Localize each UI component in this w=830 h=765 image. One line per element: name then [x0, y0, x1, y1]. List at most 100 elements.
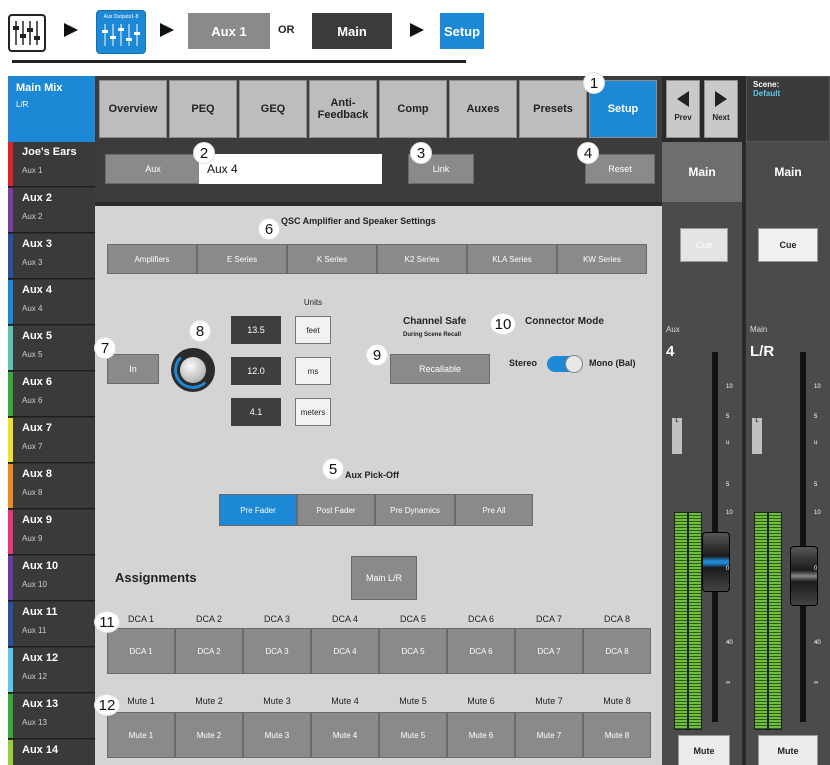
mute-button[interactable]: Mute 3	[243, 712, 311, 758]
channel-color-stripe	[8, 188, 13, 232]
callout-3: 3	[410, 142, 432, 164]
tab-anti-feedback[interactable]: Anti- Feedback	[309, 80, 377, 138]
unit-feet-button[interactable]: feet	[295, 316, 331, 344]
sidebar-channel[interactable]: Aux 5 Aux 5	[8, 326, 95, 371]
setup-crumb[interactable]: Setup	[440, 13, 484, 49]
unit-meters-button[interactable]: meters	[295, 398, 331, 426]
main-mix-sub: L/R	[16, 100, 29, 109]
pickoff-option[interactable]: Pre All	[455, 494, 533, 526]
delay-knob[interactable]	[171, 348, 215, 392]
scene-value: Default	[753, 89, 781, 98]
aux-mute-button[interactable]: Mute	[678, 735, 730, 765]
scene-display[interactable]: Scene: Default	[746, 76, 830, 142]
delay-ms-value[interactable]: 12.0	[231, 357, 281, 385]
sidebar-channel[interactable]: Aux 3 Aux 3	[8, 234, 95, 279]
sidebar-channel[interactable]: Aux 14	[8, 740, 95, 765]
dca-button[interactable]: DCA 4	[311, 628, 379, 674]
sidebar-channel[interactable]: Aux 4 Aux 4	[8, 280, 95, 325]
tab-peq[interactable]: PEQ	[169, 80, 237, 138]
sidebar-channel[interactable]: Aux 12 Aux 12	[8, 648, 95, 693]
channel-name: Aux 8	[22, 468, 52, 480]
pickoff-option[interactable]: Pre Fader	[219, 494, 297, 526]
series-button[interactable]: K Series	[287, 244, 377, 274]
mute-label: Mute 5	[399, 696, 427, 706]
callout-12: 12	[94, 694, 120, 716]
callout-8: 8	[189, 320, 211, 342]
mute-button[interactable]: Mute 8	[583, 712, 651, 758]
main-mix-button[interactable]: Main Mix L/R	[8, 76, 95, 142]
aux-pickoff-title: Aux Pick-Off	[345, 470, 400, 480]
main-lr-button[interactable]: Main L/R	[351, 556, 417, 600]
mute-button[interactable]: Mute 5	[379, 712, 447, 758]
aux-button[interactable]: Aux	[105, 154, 201, 184]
main-crumb[interactable]: Main	[312, 13, 392, 49]
mute-button[interactable]: Mute 4	[311, 712, 379, 758]
dca-button[interactable]: DCA 1	[107, 628, 175, 674]
series-button[interactable]: KLA Series	[467, 244, 557, 274]
main-fader[interactable]	[790, 546, 818, 606]
sidebar-channel[interactable]: Aux 2 Aux 2	[8, 188, 95, 233]
tab-geq[interactable]: GEQ	[239, 80, 307, 138]
sidebar-channel[interactable]: Aux 13 Aux 13	[8, 694, 95, 739]
delay-feet-value[interactable]: 13.5	[231, 316, 281, 344]
series-button[interactable]: K2 Series	[377, 244, 467, 274]
mute-label: Mute 4	[331, 696, 359, 706]
dca-button[interactable]: DCA 5	[379, 628, 447, 674]
aux-name-input[interactable]: Aux 4	[198, 154, 382, 184]
mute-button[interactable]: Mute 6	[447, 712, 515, 758]
mute-button[interactable]: Mute 2	[175, 712, 243, 758]
main-meter	[754, 512, 768, 730]
fader-scale-label: 40	[726, 640, 733, 646]
prev-button[interactable]: Prev	[666, 80, 700, 138]
delay-in-button[interactable]: In	[107, 354, 159, 384]
callout-9: 9	[366, 344, 388, 366]
callout-5: 5	[322, 458, 344, 480]
series-button[interactable]: E Series	[197, 244, 287, 274]
stereo-label: Stereo	[509, 358, 538, 368]
tab-presets[interactable]: Presets	[519, 80, 587, 138]
tab-comp[interactable]: Comp	[379, 80, 447, 138]
callout-7: 7	[94, 337, 116, 359]
aux-cue-button[interactable]: Cue	[680, 228, 728, 262]
aux-strip-head[interactable]: Main	[662, 142, 742, 202]
sidebar-channel[interactable]: Aux 10 Aux 10	[8, 556, 95, 601]
series-button[interactable]: Amplifiers	[107, 244, 197, 274]
main-strip-num: L/R	[750, 343, 775, 360]
main-strip-head[interactable]: Main	[746, 142, 830, 202]
sidebar-channel[interactable]: Aux 11 Aux 11	[8, 602, 95, 647]
pickoff-option[interactable]: Pre Dynamics	[375, 494, 455, 526]
main-mix-title: Main Mix	[16, 82, 63, 94]
series-button[interactable]: KW Series	[557, 244, 647, 274]
mute-label: Mute 6	[467, 696, 495, 706]
dca-button[interactable]: DCA 3	[243, 628, 311, 674]
dca-button[interactable]: DCA 6	[447, 628, 515, 674]
next-button[interactable]: Next	[704, 80, 738, 138]
main-mute-button[interactable]: Mute	[758, 735, 818, 765]
channel-aux-label: Aux 11	[22, 626, 47, 635]
sidebar: Main Mix L/R Joe's Ears Aux 1 Aux 2 Aux 2 Au…	[8, 76, 95, 765]
recallable-button[interactable]: Recallable	[390, 354, 490, 384]
aux-meter-right	[688, 512, 702, 730]
units-label: Units	[303, 298, 323, 307]
dca-button[interactable]: DCA 2	[175, 628, 243, 674]
dca-button[interactable]: DCA 7	[515, 628, 583, 674]
dca-label: DCA 6	[467, 614, 494, 624]
sidebar-channel[interactable]: Aux 8 Aux 8	[8, 464, 95, 509]
main-cue-button[interactable]: Cue	[758, 228, 818, 262]
connector-toggle[interactable]	[547, 355, 583, 373]
dca-button[interactable]: DCA 8	[583, 628, 651, 674]
tab-auxes[interactable]: Auxes	[449, 80, 517, 138]
sidebar-channel[interactable]: Aux 6 Aux 6	[8, 372, 95, 417]
fader-scale-label: 0	[814, 566, 818, 572]
tab-overview[interactable]: Overview	[99, 80, 167, 138]
aux-fader[interactable]	[702, 532, 730, 592]
sidebar-channel[interactable]: Joe's Ears Aux 1	[8, 142, 95, 187]
unit-ms-button[interactable]: ms	[295, 357, 331, 385]
mute-button[interactable]: Mute 7	[515, 712, 583, 758]
pickoff-option[interactable]: Post Fader	[297, 494, 375, 526]
sidebar-channel[interactable]: Aux 7 Aux 7	[8, 418, 95, 463]
sidebar-channel[interactable]: Aux 9 Aux 9	[8, 510, 95, 555]
delay-meters-value[interactable]: 4.1	[231, 398, 281, 426]
mute-button[interactable]: Mute 1	[107, 712, 175, 758]
aux1-crumb[interactable]: Aux 1	[188, 13, 270, 49]
